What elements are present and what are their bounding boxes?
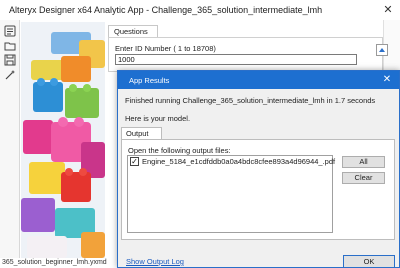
model-message: Here is your model. <box>125 114 191 123</box>
finished-message: Finished running Challenge_365_solution_… <box>125 96 376 105</box>
ok-button[interactable]: OK <box>343 255 395 268</box>
file-checkbox[interactable]: ✓ <box>130 157 139 166</box>
status-text: 365_solution_beginner_lmh.yxmd <box>2 259 107 266</box>
left-toolbar <box>0 20 20 268</box>
clear-button[interactable]: Clear <box>342 172 385 184</box>
toy-blocks-image <box>21 22 105 258</box>
dialog-close-button[interactable]: ✕ <box>381 74 393 86</box>
open-files-label: Open the following output files: <box>128 146 231 155</box>
file-name[interactable]: Engine_5184_e1cdfddb0a0a4bdc8cfee893a4d9… <box>142 157 335 166</box>
open-folder-icon[interactable] <box>4 40 16 52</box>
magic-wand-icon[interactable] <box>4 69 16 81</box>
scroll-up-button[interactable] <box>376 44 388 56</box>
id-number-label: Enter ID Number ( 1 to 18708) <box>115 44 216 53</box>
triangle-up-icon <box>379 48 385 52</box>
app-title: Alteryx Designer x64 Analytic App - Chal… <box>9 5 323 15</box>
id-number-input[interactable] <box>115 54 357 65</box>
dialog-title: App Results <box>129 76 170 85</box>
save-icon[interactable] <box>4 54 16 66</box>
show-output-log-link[interactable]: Show Output Log <box>126 257 184 266</box>
select-all-button[interactable]: All <box>342 156 385 168</box>
app-image <box>21 22 105 258</box>
app-close-button[interactable]: ✕ <box>379 3 397 17</box>
question-panel-icon[interactable] <box>4 25 16 37</box>
